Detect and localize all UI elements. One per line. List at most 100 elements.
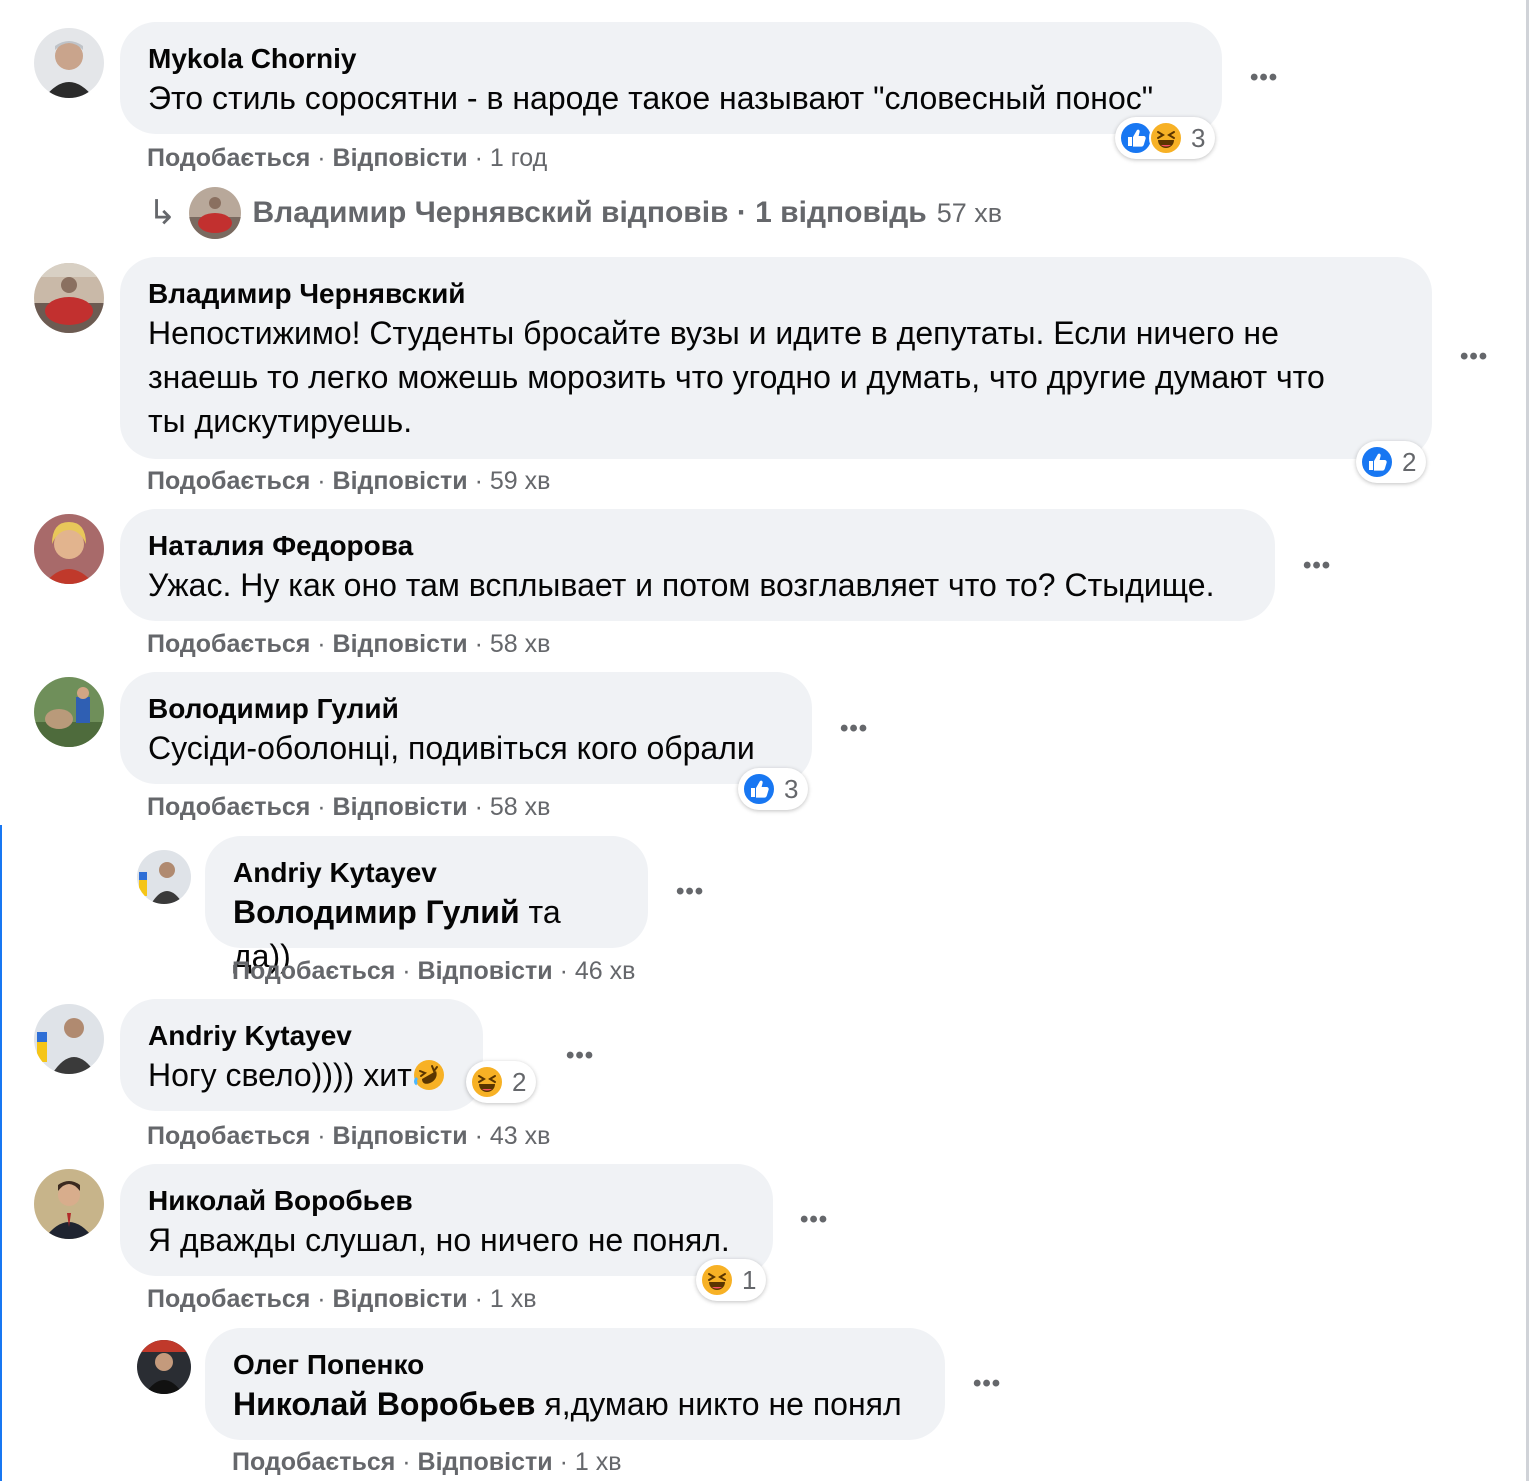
separator: · (317, 1285, 326, 1313)
more-options-icon[interactable]: ••• (1303, 554, 1331, 578)
more-options-icon[interactable]: ••• (840, 717, 868, 741)
separator: · (474, 630, 483, 658)
like-link[interactable]: Подобається (147, 144, 310, 172)
avatar[interactable] (34, 28, 104, 98)
reaction-summary[interactable]: 3 (1115, 117, 1216, 159)
comment-author[interactable]: Andriy Kytayev (233, 856, 620, 890)
comment-author[interactable]: Mykola Chorniy (148, 42, 1194, 76)
comment-text-body: Ногу свело)))) хит (148, 1057, 412, 1093)
comment-text-line: ты дискутируешь. (148, 403, 413, 439)
more-options-icon[interactable]: ••• (566, 1044, 594, 1068)
comment-author[interactable]: Andriy Kytayev (148, 1019, 455, 1053)
comment-author[interactable]: Володимир Гулий (148, 692, 784, 726)
view-replies[interactable]: ↳ Владимир Чернявский відповів · 1 відпо… (148, 186, 1002, 240)
reply-bubble: Олег Попенко Николай Воробьев я,думаю ни… (205, 1328, 945, 1440)
separator: · (559, 1448, 568, 1476)
replies-summary-time: 57 хв (936, 197, 1003, 228)
comment-time[interactable]: 59 хв (490, 467, 551, 495)
haha-icon (470, 1065, 504, 1099)
separator: · (474, 1285, 483, 1313)
avatar[interactable] (34, 1004, 104, 1074)
reaction-count: 3 (784, 773, 799, 804)
reply-arrow-icon: ↳ (148, 194, 177, 232)
separator: · (474, 144, 483, 172)
comment-author[interactable]: Олег Попенко (233, 1348, 917, 1382)
more-options-icon[interactable]: ••• (973, 1372, 1001, 1396)
avatar[interactable] (34, 677, 104, 747)
mention-link[interactable]: Володимир Гулий (233, 894, 520, 930)
avatar[interactable] (137, 850, 191, 904)
comment-author[interactable]: Николай Воробьев (148, 1184, 745, 1218)
comment-time[interactable]: 46 хв (575, 957, 636, 985)
comment-actions: Подобається · Відповісти · 59 хв (147, 466, 550, 496)
like-link[interactable]: Подобається (147, 467, 310, 495)
comment-bubble: Владимир Чернявский Непостижимо! Студент… (120, 257, 1432, 459)
comment-actions: Подобається · Відповісти · 46 хв (232, 956, 635, 986)
haha-icon (1149, 121, 1183, 155)
separator: · (317, 144, 326, 172)
separator: · (402, 1448, 411, 1476)
more-options-icon[interactable]: ••• (1460, 345, 1488, 369)
comment-bubble: Andriy Kytayev Ногу свело)))) хит (120, 999, 483, 1111)
more-options-icon[interactable]: ••• (676, 880, 704, 904)
comment-time[interactable]: 1 год (490, 144, 547, 172)
avatar[interactable] (34, 263, 104, 333)
comment-text: Николай Воробьев я,думаю никто не понял (233, 1382, 917, 1426)
comment-time[interactable]: 58 хв (490, 630, 551, 658)
comment-text: Сусіди-оболонці, подивіться кого обрали (148, 730, 755, 766)
comment-author[interactable]: Наталия Федорова (148, 529, 1247, 563)
avatar[interactable] (34, 1169, 104, 1239)
reply-link[interactable]: Відповісти (333, 467, 468, 495)
reply-link[interactable]: Відповісти (333, 793, 468, 821)
more-options-icon[interactable]: ••• (1250, 66, 1278, 90)
reply-link[interactable]: Відповісти (418, 1448, 553, 1476)
comment-actions: Подобається · Відповісти · 58 хв (147, 792, 550, 822)
comment-text-body: я,думаю никто не понял (535, 1386, 902, 1422)
reaction-summary[interactable]: 3 (738, 768, 809, 810)
replies-summary-text[interactable]: Владимир Чернявский відповів · 1 відпові… (253, 196, 927, 230)
comment-time[interactable]: 43 хв (490, 1122, 551, 1150)
separator: · (474, 793, 483, 821)
like-link[interactable]: Подобається (147, 630, 310, 658)
like-icon (742, 772, 776, 806)
comment-actions: Подобається · Відповісти · 1 год (147, 143, 547, 173)
reaction-count: 1 (742, 1264, 757, 1295)
comment-text: Ногу свело)))) хит (148, 1053, 455, 1097)
comment-time[interactable]: 1 хв (490, 1285, 537, 1313)
separator: · (474, 467, 483, 495)
more-options-icon[interactable]: ••• (800, 1208, 828, 1232)
like-link[interactable]: Подобається (147, 793, 310, 821)
reply-link[interactable]: Відповісти (418, 957, 553, 985)
comment-actions: Подобається · Відповісти · 1 хв (147, 1284, 537, 1314)
like-link[interactable]: Подобається (147, 1285, 310, 1313)
reaction-count: 2 (512, 1066, 527, 1097)
comment-text: Ужас. Ну как оно там всплывает и потом в… (148, 567, 1215, 603)
separator: · (559, 957, 568, 985)
mention-link[interactable]: Николай Воробьев (233, 1386, 535, 1422)
reply-link[interactable]: Відповісти (333, 144, 468, 172)
comment-time[interactable]: 1 хв (575, 1448, 622, 1476)
reply-link[interactable]: Відповісти (333, 1285, 468, 1313)
reaction-summary[interactable]: 2 (466, 1061, 537, 1103)
rofl-icon (412, 1058, 446, 1092)
thread-line (0, 825, 2, 1481)
comment-text: Я дважды слушал, но ничего не понял. (148, 1222, 730, 1258)
avatar[interactable] (137, 1340, 191, 1394)
like-link[interactable]: Подобається (232, 957, 395, 985)
comment-time[interactable]: 58 хв (490, 793, 551, 821)
reply-link[interactable]: Відповісти (333, 1122, 468, 1150)
reply-link[interactable]: Відповісти (333, 630, 468, 658)
reaction-summary[interactable]: 1 (696, 1259, 767, 1301)
comment-bubble: Володимир Гулий Сусіди-оболонці, подивіт… (120, 672, 812, 784)
avatar[interactable] (34, 514, 104, 584)
like-link[interactable]: Подобається (232, 1448, 395, 1476)
separator: · (317, 1122, 326, 1150)
reaction-count: 2 (1402, 446, 1417, 477)
like-link[interactable]: Подобається (147, 1122, 310, 1150)
comment-author[interactable]: Владимир Чернявский (148, 277, 1404, 311)
separator: · (317, 630, 326, 658)
comment-actions: Подобається · Відповісти · 43 хв (147, 1121, 550, 1151)
comment-text: Это стиль соросятни - в народе такое наз… (148, 80, 1154, 116)
reaction-summary[interactable]: 2 (1356, 441, 1427, 483)
separator: · (317, 793, 326, 821)
